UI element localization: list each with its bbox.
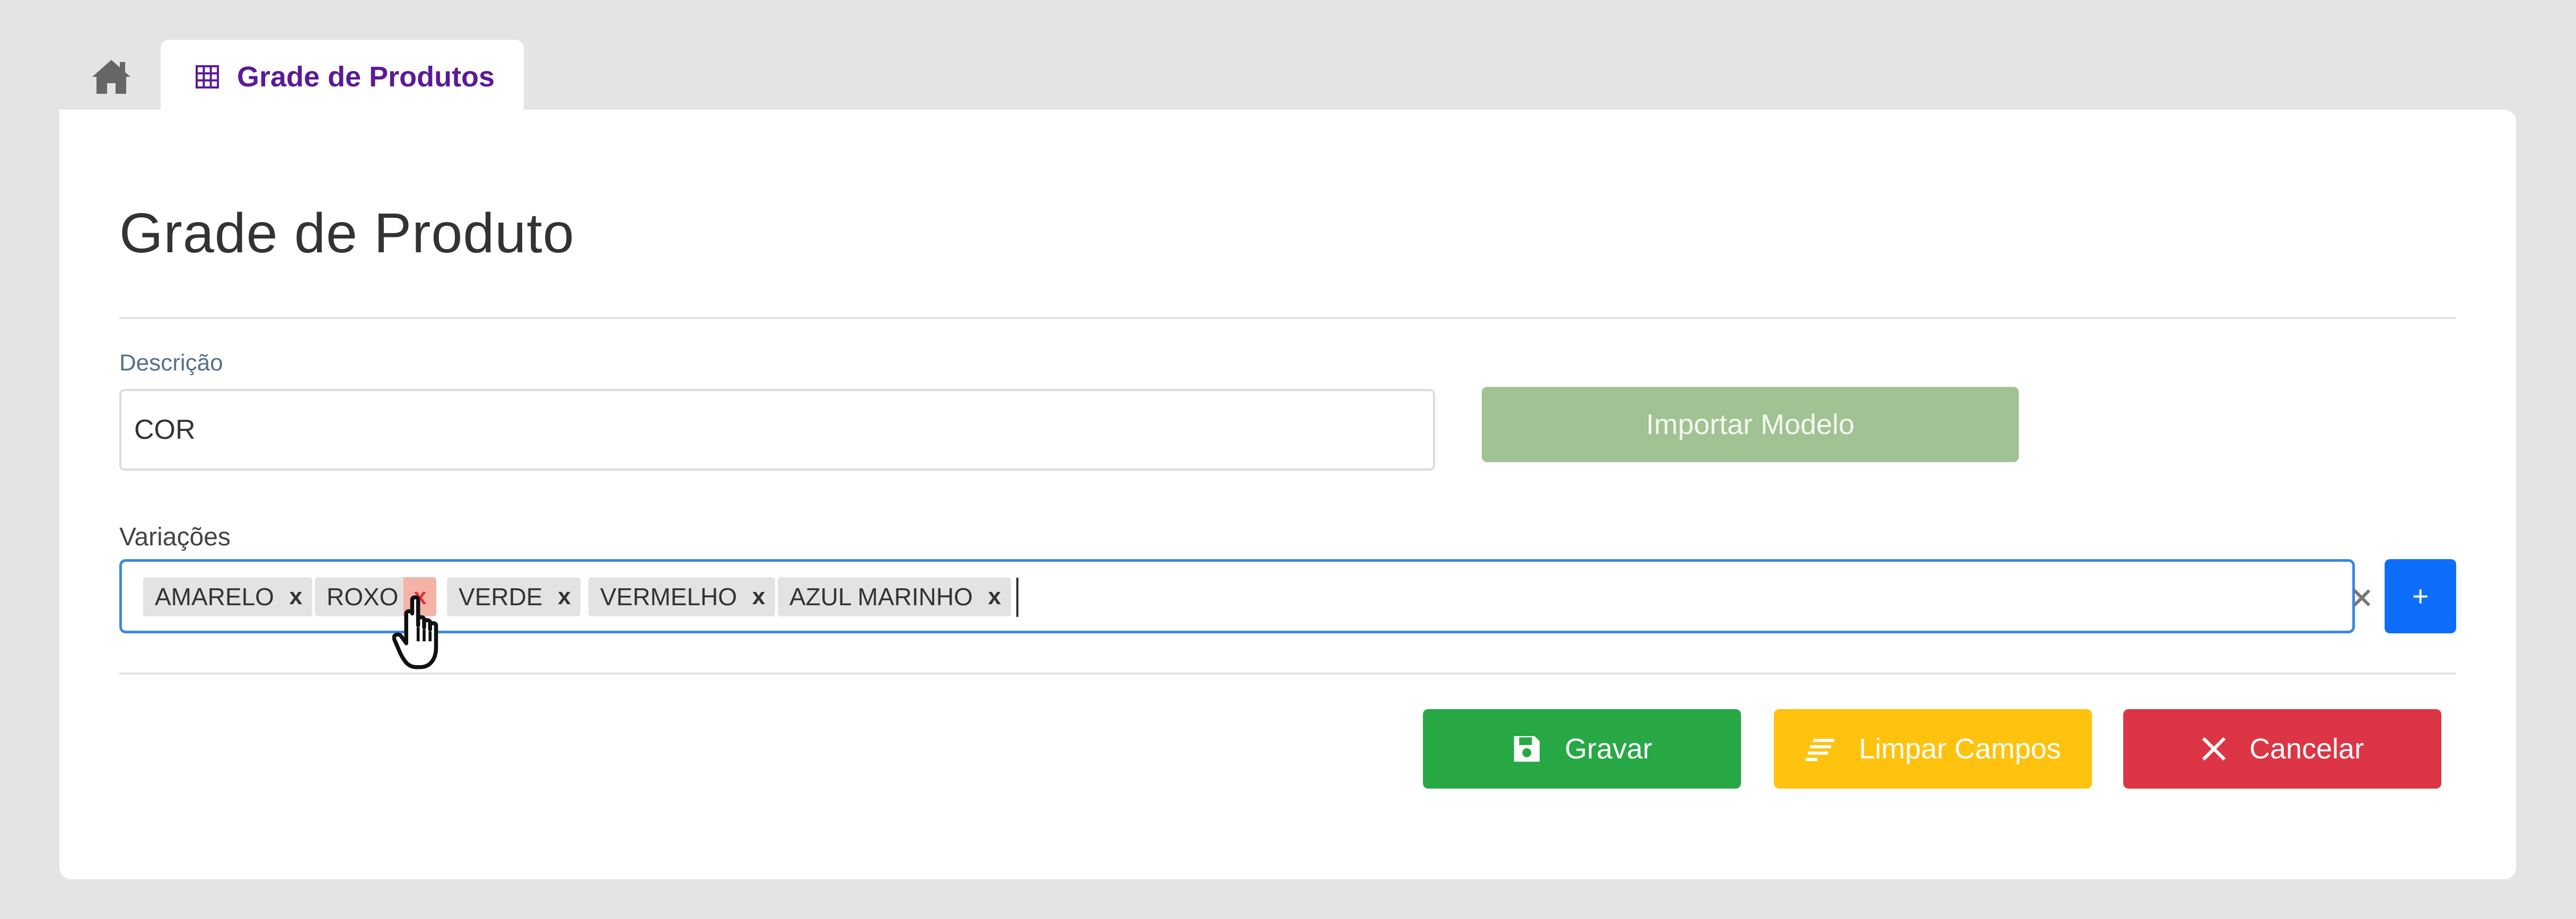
tab-grade-de-produtos[interactable]: Grade de Produtos <box>161 40 524 114</box>
chip-vermelho: VERMELHO x <box>588 577 776 616</box>
import-model-button[interactable]: Importar Modelo <box>1482 387 2019 462</box>
tab-bar: Grade de Produtos <box>0 0 2576 114</box>
descricao-label: Descrição <box>119 350 223 376</box>
save-button[interactable]: Gravar <box>1423 709 1741 789</box>
chip-label: AZUL MARINHO <box>789 583 973 611</box>
floppy-disk-icon <box>1514 736 1540 762</box>
chip-label: AMARELO <box>155 583 274 611</box>
chip-amarelo: AMARELO x <box>143 577 312 616</box>
tab-label: Grade de Produtos <box>237 61 495 93</box>
save-label: Gravar <box>1564 733 1652 765</box>
chip-remove-icon[interactable]: x <box>279 577 312 616</box>
page-title: Grade de Produto <box>119 202 575 264</box>
tab-home[interactable] <box>85 53 138 101</box>
cancel-label: Cancelar <box>2249 733 2364 765</box>
add-variation-button[interactable]: + <box>2385 559 2456 633</box>
chip-azul-marinho: AZUL MARINHO x <box>778 577 1011 616</box>
chip-label: VERDE <box>459 583 543 611</box>
chip-verde: VERDE x <box>447 577 581 616</box>
chip-label: ROXO <box>327 583 399 611</box>
descricao-input[interactable] <box>119 389 1435 471</box>
home-icon <box>92 60 130 94</box>
cancel-button[interactable]: Cancelar <box>2123 709 2441 789</box>
hand-cursor-icon <box>392 595 438 669</box>
divider <box>119 317 2456 319</box>
chip-remove-icon[interactable]: x <box>742 577 775 616</box>
clear-lines-icon <box>1806 739 1835 761</box>
clear-all-icon[interactable] <box>2343 577 2380 619</box>
variacoes-label: Variações <box>119 523 231 551</box>
chip-label: VERMELHO <box>600 583 737 611</box>
chip-remove-icon[interactable]: x <box>978 577 1011 616</box>
divider <box>119 673 2456 675</box>
clear-fields-label: Limpar Campos <box>1859 733 2061 765</box>
clear-fields-button[interactable]: Limpar Campos <box>1774 709 2092 789</box>
text-caret <box>1016 578 1018 617</box>
close-icon <box>2202 737 2226 761</box>
grid-icon <box>196 65 219 89</box>
chip-remove-icon[interactable]: x <box>548 577 581 616</box>
